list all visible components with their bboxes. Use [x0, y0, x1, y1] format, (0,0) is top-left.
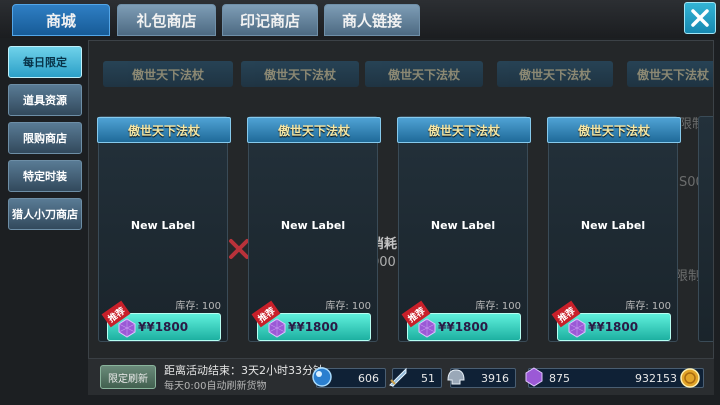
item-stock: 库存: 100	[325, 301, 371, 312]
tab-merchant-link[interactable]: 商人链接	[324, 4, 420, 36]
item-label: New Label	[280, 219, 346, 232]
background-item-title: 傲世天下法杖	[241, 61, 359, 87]
refresh-note: 每天0:00自动刷新货物	[164, 381, 267, 392]
shop-panel: 傲世天下法杖 傲世天下法杖 傲世天下法杖 傲世天下法杖 傲世天下法杖 消耗 00…	[88, 40, 714, 395]
shop-item-card[interactable]: 傲世天下法杖 New Label 库存: 100 推荐 ¥¥1800	[97, 116, 231, 342]
purple-gem-icon	[418, 318, 436, 338]
purple-gem-icon	[118, 318, 136, 338]
refresh-button[interactable]: 限定刷新	[100, 365, 156, 389]
bottom-bar: 限定刷新 距离活动结束：3天2小时33分钟 每天0:00自动刷新货物 606 5…	[88, 358, 714, 395]
item-title: 傲世天下法杖	[247, 117, 381, 143]
resource-orb: 606	[312, 367, 386, 388]
sidebar-item-special-costume[interactable]: 特定时装	[8, 160, 82, 192]
resource-value: 51	[421, 371, 435, 385]
background-item-title: 傲世天下法杖	[627, 61, 713, 87]
item-price: ¥¥1800	[588, 320, 639, 334]
resource-value: 932153	[635, 371, 677, 385]
item-price: ¥¥1800	[138, 320, 189, 334]
item-title: 傲世天下法杖	[547, 117, 681, 143]
item-stock: 库存: 100	[175, 301, 221, 312]
purple-gem-icon	[568, 318, 586, 338]
item-label: New Label	[430, 219, 496, 232]
buy-button[interactable]: 推荐 ¥¥1800	[551, 300, 671, 341]
item-price: ¥¥1800	[438, 320, 489, 334]
buy-button[interactable]: 推荐 ¥¥1800	[251, 300, 371, 341]
resource-value: 875	[549, 371, 570, 385]
purple-gem-icon	[268, 318, 286, 338]
close-button[interactable]	[684, 2, 716, 34]
sidebar-item-hunter-knife-shop[interactable]: 猎人小刀商店	[8, 198, 82, 230]
item-label: New Label	[580, 219, 646, 232]
helmet-icon	[447, 369, 465, 385]
item-title: 傲世天下法杖	[397, 117, 531, 143]
item-stock: 库存: 100	[625, 301, 671, 312]
shop-item-card[interactable]: 傲世天下法杖 New Label 库存: 100 推荐 ¥¥1800	[247, 116, 381, 342]
item-label: New Label	[130, 219, 196, 232]
buy-button[interactable]: 推荐 ¥¥1800	[101, 300, 221, 341]
purple-gem-icon	[525, 367, 543, 387]
resource-value: 3916	[481, 371, 509, 385]
sidebar: 每日限定 道具资源 限购商店 特定时装 猎人小刀商店	[8, 46, 82, 236]
resource-gems-gold: 875 932153	[525, 367, 704, 388]
item-price: ¥¥1800	[288, 320, 339, 334]
tab-mall[interactable]: 商城	[12, 4, 110, 36]
resource-helmet: 3916	[447, 368, 516, 388]
sidebar-item-daily-limited[interactable]: 每日限定	[8, 46, 82, 78]
item-stock: 库存: 100	[475, 301, 521, 312]
tab-gift-shop[interactable]: 礼包商店	[117, 4, 216, 36]
close-icon	[691, 9, 709, 27]
resource-sword: 51	[389, 367, 442, 388]
sword-icon	[389, 367, 407, 387]
item-title: 傲世天下法杖	[97, 117, 231, 143]
sidebar-item-item-resources[interactable]: 道具资源	[8, 84, 82, 116]
background-item-title: 傲世天下法杖	[365, 61, 483, 87]
event-countdown: 距离活动结束：3天2小时33分钟	[164, 364, 324, 377]
shop-item-card[interactable]: 傲世天下法杖 New Label 库存: 100 推荐 ¥¥1800	[397, 116, 531, 342]
shop-item-card-partial	[698, 116, 713, 342]
buy-button[interactable]: 推荐 ¥¥1800	[401, 300, 521, 341]
top-tab-bar: 商城 礼包商店 印记商店 商人链接	[0, 0, 720, 38]
gold-coin-icon	[680, 368, 700, 388]
sidebar-item-limited-shop[interactable]: 限购商店	[8, 122, 82, 154]
background-item-title: 傲世天下法杖	[103, 61, 233, 87]
shop-item-card[interactable]: 傲世天下法杖 New Label 库存: 100 推荐 ¥¥1800	[547, 116, 681, 342]
blue-orb-icon	[312, 367, 332, 387]
resource-value: 606	[358, 371, 379, 385]
background-item-title: 傲世天下法杖	[497, 61, 613, 87]
tab-seal-shop[interactable]: 印记商店	[222, 4, 318, 36]
